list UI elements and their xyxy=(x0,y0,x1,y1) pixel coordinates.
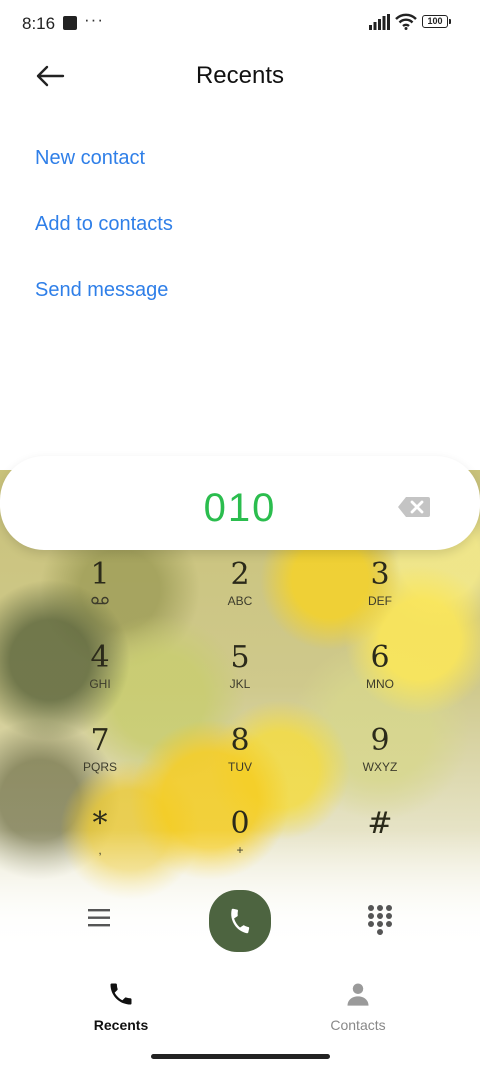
key-hash[interactable]: # xyxy=(320,807,440,879)
key-digit: * xyxy=(92,806,108,841)
status-time: 8:16 xyxy=(22,14,56,33)
keypad-toggle-button[interactable] xyxy=(366,903,394,935)
key-digit: 5 xyxy=(230,640,250,675)
tab-label: Contacts xyxy=(330,1017,386,1033)
menu-button[interactable] xyxy=(86,905,114,931)
key-digit: 3 xyxy=(370,557,390,592)
key-digit: 8 xyxy=(230,723,250,758)
person-icon xyxy=(347,983,369,1006)
key-digit: 1 xyxy=(90,557,110,592)
key-8[interactable]: 8 TUV xyxy=(180,724,300,796)
key-digit: 4 xyxy=(90,640,110,675)
voicemail-icon xyxy=(91,596,109,605)
menu-icon xyxy=(88,909,110,927)
key-1[interactable]: 1 xyxy=(40,558,160,630)
key-digit: 0 xyxy=(230,806,250,841)
call-button[interactable] xyxy=(209,890,271,952)
key-letters: MNO xyxy=(366,677,394,691)
key-letters: + xyxy=(236,843,244,857)
key-digit: 2 xyxy=(230,557,250,592)
key-letters: , xyxy=(98,843,102,857)
tab-recents[interactable]: Recents xyxy=(61,980,181,1033)
key-6[interactable]: 6 MNO xyxy=(320,641,440,713)
phone-icon xyxy=(110,983,132,1005)
key-4[interactable]: 4 GHI xyxy=(40,641,160,713)
key-letters: ABC xyxy=(227,594,253,608)
signal-icon xyxy=(369,14,390,30)
key-letters: TUV xyxy=(228,760,252,774)
key-letters: JKL xyxy=(229,677,251,691)
battery-level: 100 xyxy=(427,16,443,26)
key-5[interactable]: 5 JKL xyxy=(180,641,300,713)
tab-contacts[interactable]: Contacts xyxy=(298,980,418,1033)
key-letters: DEF xyxy=(368,594,392,608)
backspace-icon xyxy=(398,497,430,517)
key-letters: GHI xyxy=(89,677,111,691)
home-indicator[interactable] xyxy=(151,1054,330,1059)
phone-icon xyxy=(231,908,250,934)
new-contact-link[interactable]: New contact xyxy=(35,147,145,170)
key-3[interactable]: 3 DEF xyxy=(320,558,440,630)
notification-square-icon xyxy=(63,16,77,30)
more-notifications-icon: ··· xyxy=(84,10,104,29)
send-message-link[interactable]: Send message xyxy=(35,279,168,302)
key-star[interactable]: * , xyxy=(40,807,160,879)
backspace-button[interactable] xyxy=(396,495,432,519)
key-0[interactable]: 0 + xyxy=(180,807,300,879)
page-title: Recents xyxy=(195,62,285,89)
add-to-contacts-link[interactable]: Add to contacts xyxy=(35,213,173,236)
key-letters: WXYZ xyxy=(362,760,398,774)
key-letters: PQRS xyxy=(82,760,117,774)
status-bar: 8:16 ··· 100 xyxy=(0,0,480,46)
tab-label: Recents xyxy=(93,1017,149,1033)
key-7[interactable]: 7 PQRS xyxy=(40,724,160,796)
bottom-nav: Recents Contacts xyxy=(0,960,480,1067)
key-digit: # xyxy=(367,806,393,841)
battery-icon: 100 xyxy=(422,15,451,28)
key-digit: 6 xyxy=(370,640,390,675)
key-2[interactable]: 2 ABC xyxy=(180,558,300,630)
key-digit: 9 xyxy=(370,723,390,758)
dialpad-icon xyxy=(368,905,392,935)
wifi-icon xyxy=(395,13,417,30)
key-digit: 7 xyxy=(90,723,110,758)
key-9[interactable]: 9 WXYZ xyxy=(320,724,440,796)
